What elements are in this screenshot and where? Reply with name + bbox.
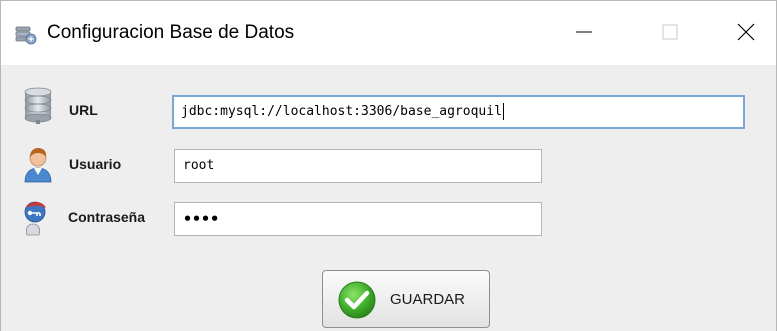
guardar-button[interactable]: GUARDAR	[322, 270, 490, 328]
url-input[interactable]: jdbc:mysql://localhost:3306/base_agroqui…	[172, 95, 745, 129]
guardar-label: GUARDAR	[390, 291, 466, 308]
close-icon	[736, 22, 756, 47]
check-icon	[337, 280, 377, 320]
contrasena-input[interactable]: ••••	[174, 202, 542, 236]
window-title: Configuracion Base de Datos	[47, 22, 295, 43]
database-icon	[21, 87, 55, 125]
text-caret	[502, 103, 504, 120]
database-app-icon	[15, 25, 37, 45]
contrasena-label: Contraseña	[68, 209, 146, 225]
contrasena-value: ••••	[183, 210, 220, 228]
config-dialog: Configuracion Base de Datos URL jdbc:mys…	[0, 0, 777, 331]
minimize-button[interactable]	[561, 15, 607, 53]
close-button[interactable]	[723, 15, 769, 53]
title-bar[interactable]: Configuracion Base de Datos	[1, 1, 776, 65]
url-value: jdbc:mysql://localhost:3306/base_agroqui…	[181, 104, 502, 119]
user-icon	[21, 145, 55, 183]
usuario-value: root	[183, 158, 215, 173]
minimize-icon	[574, 22, 594, 47]
usuario-input[interactable]: root	[174, 149, 542, 183]
url-label: URL	[69, 102, 98, 118]
form-area: URL jdbc:mysql://localhost:3306/base_agr…	[1, 65, 776, 331]
maximize-icon	[660, 22, 680, 47]
usuario-label: Usuario	[69, 156, 122, 172]
maximize-button[interactable]	[647, 15, 693, 53]
user-key-icon	[19, 198, 53, 236]
